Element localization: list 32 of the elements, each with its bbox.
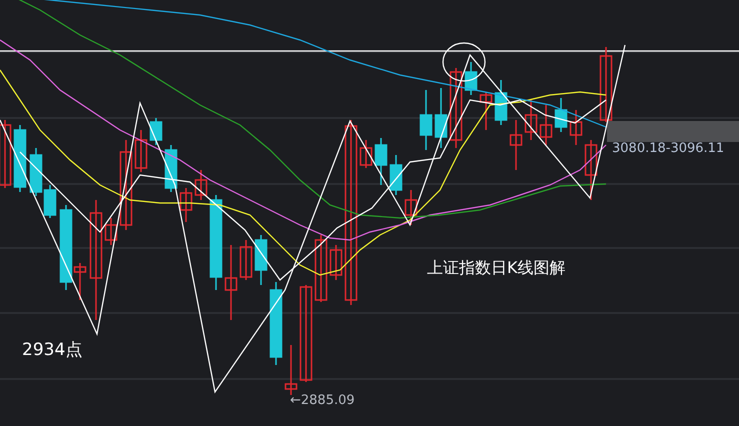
- candlestick: [254, 235, 268, 285]
- candlestick: [524, 100, 538, 140]
- candlestick: [420, 90, 432, 150]
- candlestick: [284, 345, 298, 395]
- candlestick: [0, 120, 12, 188]
- candlestick: [434, 88, 448, 148]
- candlestick: [374, 138, 388, 185]
- candlestick: [584, 140, 598, 200]
- candlestick: [480, 92, 492, 130]
- chart-title: 上证指数日K线图解: [427, 258, 566, 279]
- candlestick: [554, 98, 568, 132]
- candlestick: [14, 125, 26, 192]
- candlestick: [404, 190, 418, 225]
- candlestick: [180, 188, 192, 222]
- candlestick: [150, 118, 162, 145]
- candlestick: [390, 155, 402, 195]
- candlestick: [194, 170, 208, 200]
- candlestick: [314, 235, 328, 302]
- candlestick: [464, 62, 478, 95]
- low-price-label: ←2885.09: [290, 393, 355, 408]
- candlestick: [570, 110, 582, 145]
- candlestick: [104, 218, 118, 245]
- candlestick: [360, 140, 372, 168]
- candlestick: [240, 240, 252, 280]
- candlestick: [134, 130, 148, 172]
- candlestick: [510, 120, 522, 170]
- candlestick: [540, 105, 552, 145]
- peak-circle: [442, 42, 486, 82]
- candlestick: [330, 245, 342, 280]
- low-point-label: 2934点: [22, 339, 82, 361]
- candlestick: [494, 80, 508, 125]
- price-range-label: 3080.18-3096.11: [612, 141, 724, 156]
